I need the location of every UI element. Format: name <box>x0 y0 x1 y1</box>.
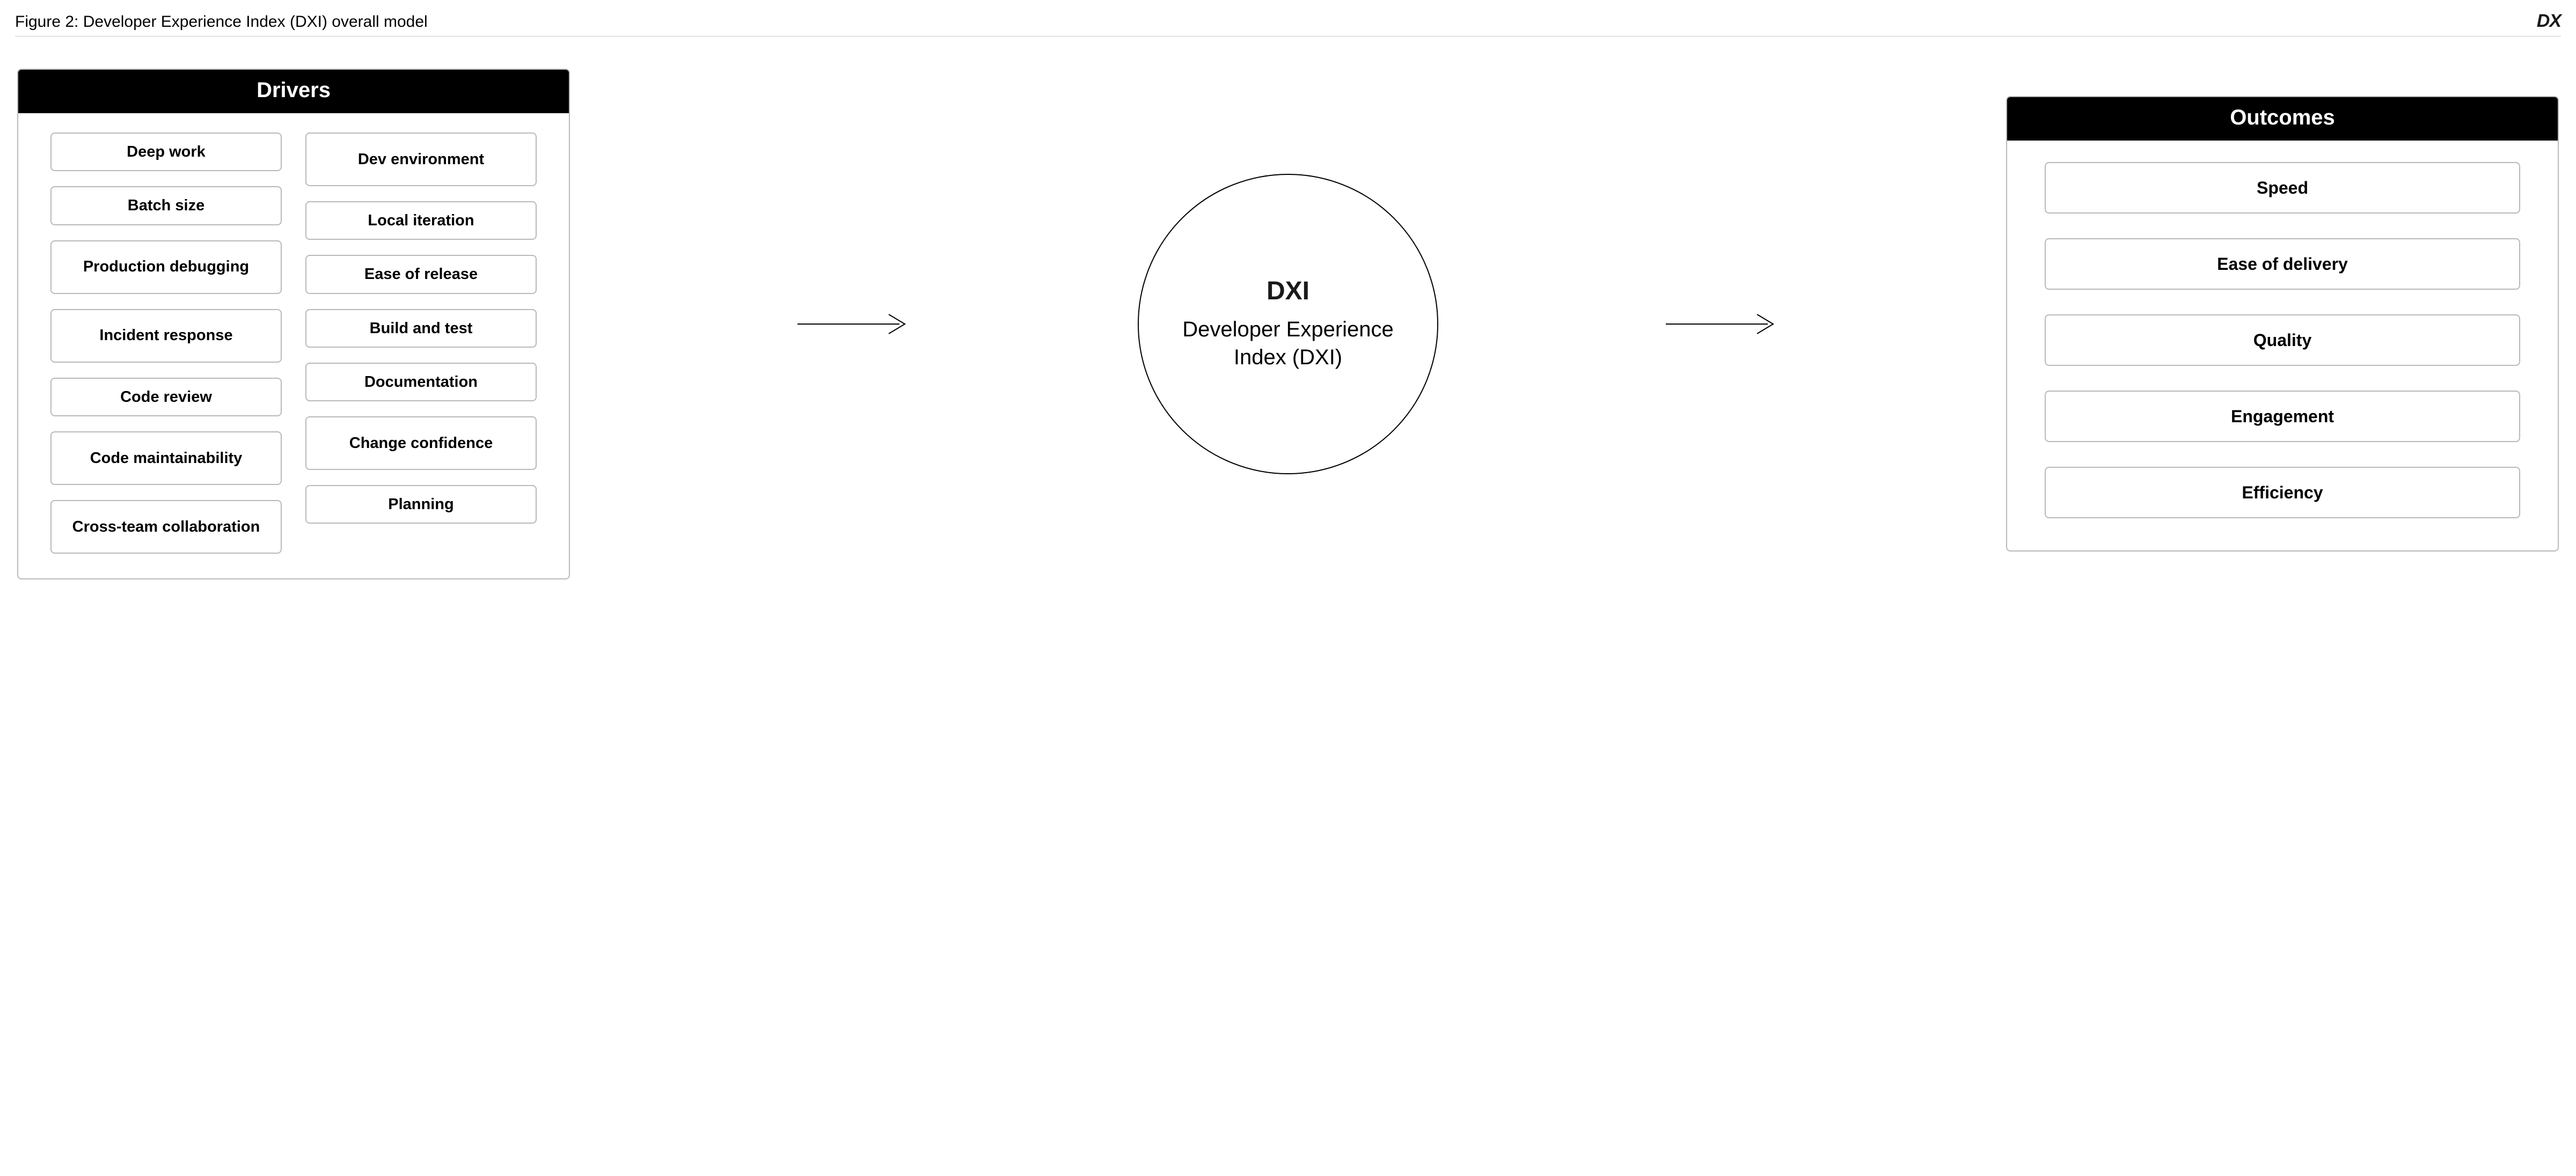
dxi-circle: DXI Developer Experience Index (DXI) <box>1138 174 1438 474</box>
driver-item: Planning <box>305 485 537 524</box>
figure-header: Figure 2: Developer Experience Index (DX… <box>15 11 2561 36</box>
dx-logo: DX <box>2537 11 2561 32</box>
driver-item: Change confidence <box>305 416 537 470</box>
outcome-item: Engagement <box>2045 391 2520 442</box>
outcome-item: Ease of delivery <box>2045 238 2520 290</box>
outcome-item: Quality <box>2045 314 2520 366</box>
diagram-container: Drivers Deep work Batch size Production … <box>15 69 2561 579</box>
driver-item: Local iteration <box>305 201 537 240</box>
outcome-item: Speed <box>2045 162 2520 214</box>
arrow-center-to-outcomes <box>1660 308 1784 340</box>
driver-item: Cross-team collaboration <box>50 500 282 554</box>
outcomes-header: Outcomes <box>2007 97 2558 141</box>
outcome-item: Efficiency <box>2045 467 2520 518</box>
driver-item: Build and test <box>305 309 537 348</box>
drivers-column-left: Deep work Batch size Production debuggin… <box>50 133 282 554</box>
drivers-body: Deep work Batch size Production debuggin… <box>18 113 569 578</box>
driver-item: Documentation <box>305 363 537 401</box>
dxi-logo: DXI <box>1267 276 1309 306</box>
arrow-right-icon <box>792 308 916 340</box>
dxi-label: Developer Experience Index (DXI) <box>1160 315 1416 371</box>
driver-item: Deep work <box>50 133 282 171</box>
driver-item: Batch size <box>50 186 282 225</box>
driver-item: Code review <box>50 378 282 416</box>
driver-item: Dev environment <box>305 133 537 186</box>
figure-title: Figure 2: Developer Experience Index (DX… <box>15 13 428 31</box>
outcomes-panel: Outcomes Speed Ease of delivery Quality … <box>2006 96 2559 552</box>
drivers-column-right: Dev environment Local iteration Ease of … <box>305 133 537 554</box>
driver-item: Incident response <box>50 309 282 363</box>
arrow-drivers-to-center <box>792 308 916 340</box>
drivers-header: Drivers <box>18 70 569 113</box>
driver-item: Production debugging <box>50 240 282 294</box>
driver-item: Ease of release <box>305 255 537 293</box>
drivers-panel: Drivers Deep work Batch size Production … <box>17 69 570 579</box>
outcomes-body: Speed Ease of delivery Quality Engagemen… <box>2007 141 2558 550</box>
driver-item: Code maintainability <box>50 431 282 485</box>
arrow-right-icon <box>1660 308 1784 340</box>
